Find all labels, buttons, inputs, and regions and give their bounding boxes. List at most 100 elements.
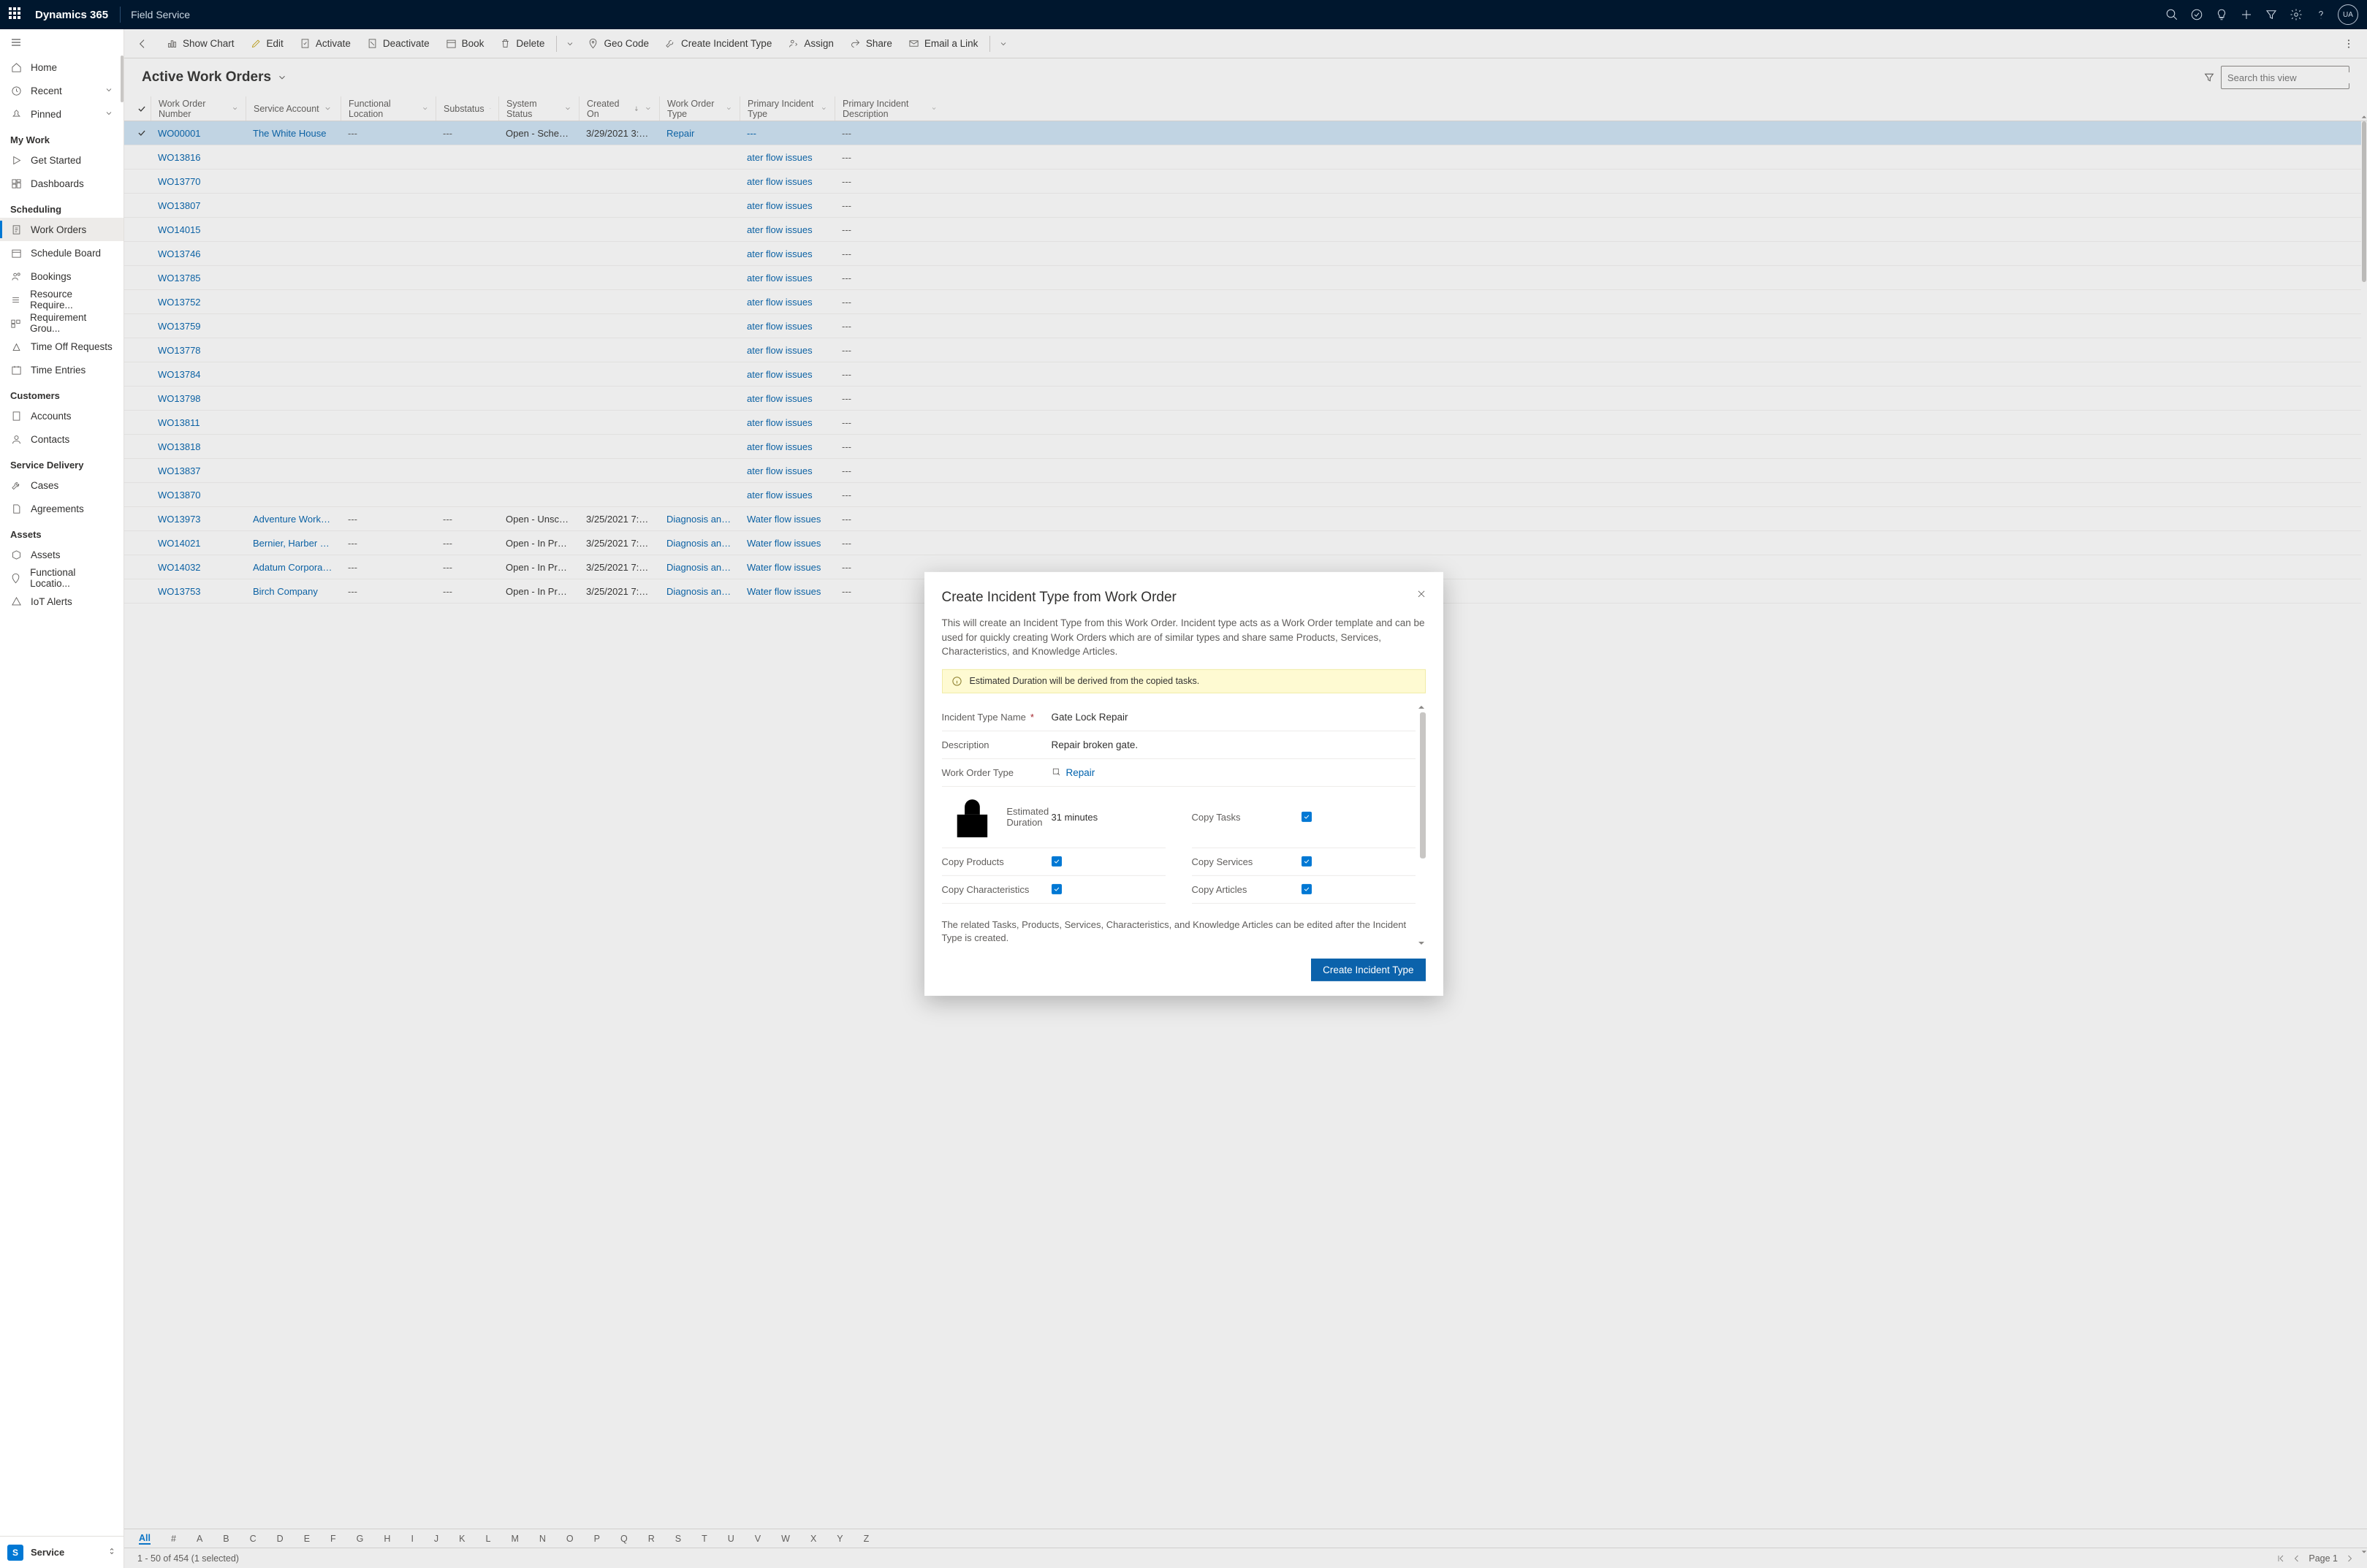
nav-agreements[interactable]: Agreements [0, 497, 124, 520]
nav-schedule-board[interactable]: Schedule Board [0, 241, 124, 264]
nav-iot-alerts[interactable]: IoT Alerts [0, 590, 124, 613]
scroll-up-icon[interactable] [1418, 702, 1426, 711]
dialog-title: Create Incident Type from Work Order [942, 590, 1426, 606]
dialog-description: This will create an Incident Type from t… [942, 616, 1426, 659]
home-icon [10, 62, 22, 73]
nav-label: Time Entries [31, 365, 86, 376]
cube-icon [10, 549, 22, 560]
timeoff-icon [10, 341, 22, 352]
sidebar-scrollbar[interactable] [121, 56, 124, 102]
nav-label: Bookings [31, 271, 72, 282]
nav-home[interactable]: Home [0, 56, 124, 79]
nav-label: Contacts [31, 434, 69, 445]
scroll-thumb[interactable] [1420, 712, 1426, 859]
nav-label: Requirement Grou... [30, 312, 113, 334]
alert-icon [10, 596, 22, 607]
copy-services-checkbox[interactable] [1302, 856, 1312, 867]
nav-label: Resource Require... [30, 289, 113, 311]
create-incident-type-dialog: Create Incident Type from Work Order Thi… [924, 572, 1443, 996]
nav-section-mywork: My Work [0, 126, 124, 148]
area-badge: S [7, 1545, 23, 1561]
description-field[interactable]: Repair broken gate. [1052, 739, 1416, 750]
person-icon [10, 434, 22, 445]
help-icon[interactable] [2309, 0, 2333, 29]
dialog-info-banner: Estimated Duration will be derived from … [942, 669, 1426, 693]
dialog-form: Incident Type Name* Gate Lock Repair Des… [942, 704, 1426, 946]
nav-contacts[interactable]: Contacts [0, 427, 124, 451]
incident-type-name-field[interactable]: Gate Lock Repair [1052, 712, 1416, 723]
copy-characteristics-checkbox[interactable] [1052, 884, 1062, 894]
work-order-type-label: Work Order Type [942, 767, 1052, 778]
user-avatar[interactable]: UA [2338, 4, 2358, 25]
clock-icon [10, 85, 22, 96]
app-name[interactable]: Field Service [131, 9, 190, 20]
nav-label: Assets [31, 549, 61, 560]
nav-label: Get Started [31, 155, 81, 166]
copy-tasks-checkbox[interactable] [1302, 812, 1312, 822]
calendar-icon [10, 365, 22, 376]
nav-label: IoT Alerts [31, 596, 72, 607]
copy-characteristics-label: Copy Characteristics [942, 883, 1052, 894]
nav-get-started[interactable]: Get Started [0, 148, 124, 172]
nav-functional-locations[interactable]: Functional Locatio... [0, 566, 124, 590]
nav-assets[interactable]: Assets [0, 543, 124, 566]
nav-section-customers: Customers [0, 381, 124, 404]
copy-articles-checkbox[interactable] [1302, 884, 1312, 894]
hamburger-icon[interactable] [0, 29, 124, 56]
nav-time-entries[interactable]: Time Entries [0, 358, 124, 381]
incident-type-name-label: Incident Type Name* [942, 712, 1052, 723]
dialog-scrollbar[interactable] [1418, 707, 1426, 943]
filter-icon[interactable] [2259, 0, 2284, 29]
nav-label: Pinned [31, 109, 61, 120]
nav-dashboards[interactable]: Dashboards [0, 172, 124, 195]
nav-label: Cases [31, 480, 58, 491]
description-label: Description [942, 739, 1052, 750]
nav-resource-requirements[interactable]: Resource Require... [0, 288, 124, 311]
nav-cases[interactable]: Cases [0, 473, 124, 497]
nav-time-off[interactable]: Time Off Requests [0, 335, 124, 358]
nav-work-orders[interactable]: Work Orders [0, 218, 124, 241]
list-icon [10, 294, 21, 305]
location-icon [10, 573, 21, 584]
copy-articles-label: Copy Articles [1192, 883, 1302, 894]
nav-requirement-groups[interactable]: Requirement Grou... [0, 311, 124, 335]
nav-section-service-delivery: Service Delivery [0, 451, 124, 473]
estimated-duration-value: 31 minutes [1052, 811, 1166, 822]
gear-icon[interactable] [2284, 0, 2309, 29]
area-switcher[interactable]: S Service [0, 1536, 124, 1568]
nav-label: Home [31, 62, 57, 73]
dialog-footnote: The related Tasks, Products, Services, C… [942, 918, 1416, 945]
wrench-icon [10, 480, 22, 491]
lock-icon [942, 787, 1003, 848]
nav-label: Recent [31, 85, 62, 96]
brand-label: Dynamics 365 [35, 9, 108, 21]
copy-products-checkbox[interactable] [1052, 856, 1062, 867]
close-button[interactable] [1413, 585, 1430, 603]
people-icon [10, 271, 22, 282]
task-icon[interactable] [2184, 0, 2209, 29]
lightbulb-icon[interactable] [2209, 0, 2234, 29]
nav-bookings[interactable]: Bookings [0, 264, 124, 288]
updown-icon [107, 1547, 116, 1558]
nav-recent[interactable]: Recent [0, 79, 124, 102]
separator [120, 7, 121, 23]
nav-section-assets: Assets [0, 520, 124, 543]
chevron-down-icon [105, 109, 113, 120]
copy-services-label: Copy Services [1192, 856, 1302, 867]
search-icon[interactable] [2159, 0, 2184, 29]
app-launcher-icon[interactable] [9, 7, 23, 22]
nav-pinned[interactable]: Pinned [0, 102, 124, 126]
add-icon[interactable] [2234, 0, 2259, 29]
create-incident-type-submit[interactable]: Create Incident Type [1311, 959, 1425, 981]
nav-section-scheduling: Scheduling [0, 195, 124, 218]
scroll-down-icon[interactable] [1418, 938, 1426, 947]
nav-label: Functional Locatio... [30, 567, 113, 589]
clipboard-icon [10, 224, 22, 235]
area-label: Service [31, 1547, 64, 1558]
nav-label: Schedule Board [31, 248, 101, 259]
dashboard-icon [10, 178, 22, 189]
work-order-type-lookup[interactable]: Repair [1052, 767, 1416, 778]
estimated-duration-label: Estimated Duration [942, 787, 1052, 848]
nav-accounts[interactable]: Accounts [0, 404, 124, 427]
sitemap-sidebar: Home Recent Pinned My Work Get Started D… [0, 29, 124, 1568]
